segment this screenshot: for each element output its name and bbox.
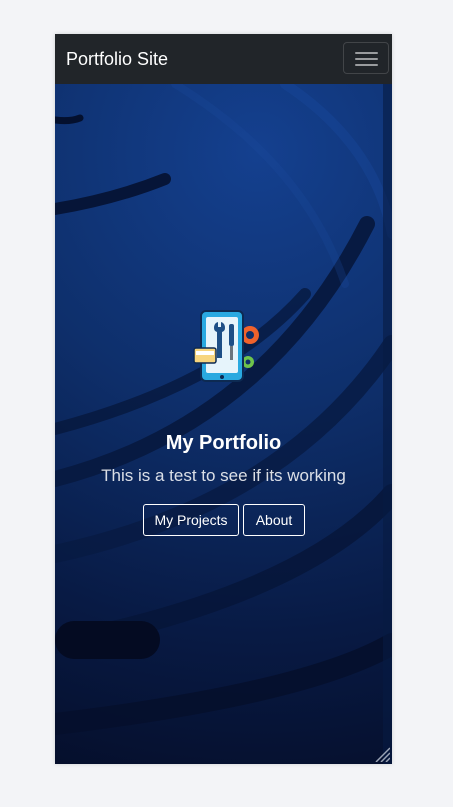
phone-tools-gears-icon [193,308,263,384]
hero-subtitle: This is a test to see if its working [101,466,346,485]
hero-background-swirls [55,84,392,764]
mobile-viewport: Portfolio Site My Portfolio This is a te… [55,34,392,764]
navbar-brand[interactable]: Portfolio Site [66,48,168,70]
hero-title: My Portfolio [165,432,282,454]
about-button[interactable]: About [243,504,305,536]
hero-section: My Portfolio This is a test to see if it… [55,84,392,764]
navbar: Portfolio Site [55,34,392,84]
hamburger-menu-icon-line [355,58,378,60]
navbar-toggle-button[interactable] [343,42,389,74]
hamburger-menu-icon-line [355,64,378,66]
hamburger-menu-icon [355,52,378,54]
my-projects-button[interactable]: My Projects [143,504,239,536]
resize-grip-icon[interactable] [374,746,390,762]
